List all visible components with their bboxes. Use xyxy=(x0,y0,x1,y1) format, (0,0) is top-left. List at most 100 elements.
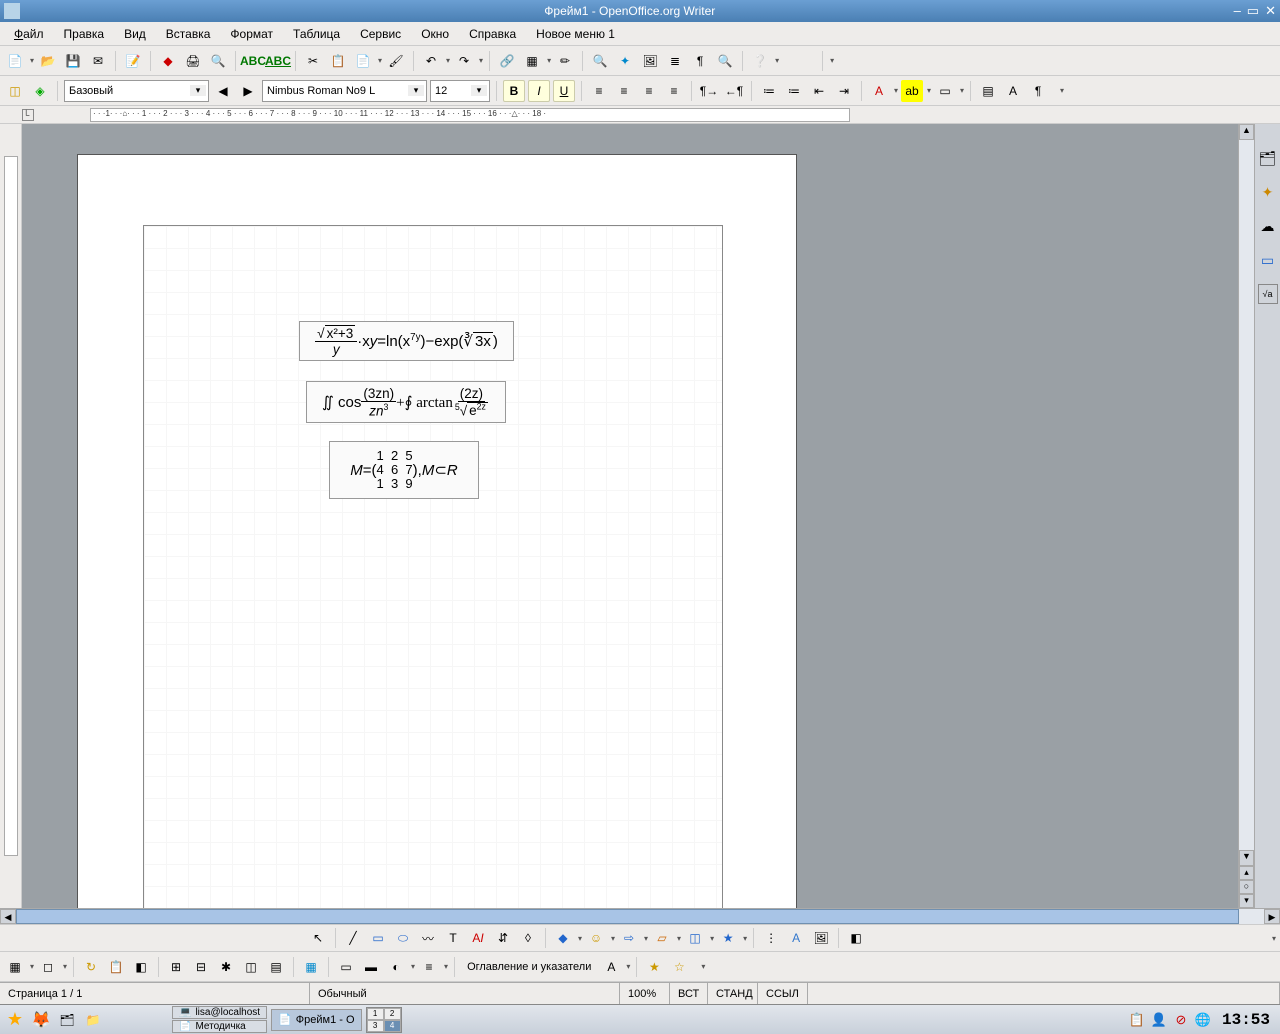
sidebar-formula-icon[interactable]: √a xyxy=(1258,284,1278,304)
menu-window[interactable]: Окно xyxy=(411,24,459,44)
extra-arrow-16[interactable]: ▾ xyxy=(626,962,630,971)
extra-arrow-14[interactable]: ▾ xyxy=(411,962,415,971)
toolbar2-overflow-arrow[interactable]: ▾ xyxy=(1060,86,1064,95)
files-icon[interactable]: 📁 xyxy=(82,1009,104,1031)
sidebar-tool4-icon[interactable]: ▭ xyxy=(1258,250,1278,270)
nonprinting-button[interactable]: ¶ xyxy=(689,50,711,72)
tray-icon-1[interactable]: 📋 xyxy=(1128,1011,1146,1029)
extra-btn-5[interactable]: ◧ xyxy=(130,956,152,978)
table-dropdown-arrow[interactable]: ▾ xyxy=(547,56,551,65)
sidebar-gallery-icon[interactable]: 🗂 xyxy=(1258,148,1278,168)
status-style[interactable]: Обычный xyxy=(310,983,620,1004)
hyperlink-button[interactable]: 🔗 xyxy=(496,50,518,72)
close-button[interactable]: ✕ xyxy=(1265,3,1276,19)
callout-tool-button[interactable]: ◊ xyxy=(517,927,539,949)
menu-file[interactable]: Файл xyxy=(4,24,54,44)
scroll-up-button[interactable]: ▲ xyxy=(1239,124,1254,140)
paste-dropdown-arrow[interactable]: ▾ xyxy=(378,56,382,65)
datasources-button[interactable]: ≣ xyxy=(664,50,686,72)
firefox-icon[interactable]: 🦊 xyxy=(30,1009,52,1031)
extra-btn-9[interactable]: ◫ xyxy=(240,956,262,978)
new-dropdown-arrow[interactable]: ▾ xyxy=(30,56,34,65)
menu-tools[interactable]: Сервис xyxy=(350,24,411,44)
extra-btn-3[interactable]: ↻ xyxy=(80,956,102,978)
select-all-button[interactable]: ▤ xyxy=(977,80,999,102)
callouts-arrow[interactable]: ▾ xyxy=(710,934,714,943)
bg-color-arrow[interactable]: ▾ xyxy=(960,86,964,95)
bold-button[interactable]: B xyxy=(503,80,525,102)
extra-btn-6[interactable]: ⊞ xyxy=(165,956,187,978)
paragraph-button[interactable]: ¶ xyxy=(1027,80,1049,102)
flowchart-arrow[interactable]: ▾ xyxy=(677,934,681,943)
decrease-indent-button[interactable]: ⇤ xyxy=(808,80,830,102)
autospell-button[interactable]: ABC xyxy=(267,50,289,72)
status-zoom[interactable]: 100% xyxy=(620,983,670,1004)
symbol-shapes-button[interactable]: ☺ xyxy=(585,927,607,949)
sidebar-tool3-icon[interactable]: ☁ xyxy=(1258,216,1278,236)
extra-btn-14[interactable]: ◐ xyxy=(385,956,407,978)
font-size-dropdown[interactable]: ▾ xyxy=(430,80,490,102)
arrows-button[interactable]: ⇨ xyxy=(618,927,640,949)
find-button[interactable]: 🔍 xyxy=(589,50,611,72)
menu-help[interactable]: Справка xyxy=(459,24,526,44)
align-justify-button[interactable]: ≡ xyxy=(663,80,685,102)
align-right-button[interactable]: ≡ xyxy=(638,80,660,102)
gallery-button[interactable]: 🖼 xyxy=(639,50,661,72)
paragraph-style-input[interactable] xyxy=(65,85,190,97)
font-name-dropdown[interactable]: ▾ xyxy=(262,80,427,102)
minimize-button[interactable]: – xyxy=(1234,3,1241,19)
selection-tool-button[interactable]: ↖ xyxy=(307,927,329,949)
horizontal-scrollbar[interactable]: ◀ ▶ xyxy=(0,908,1280,924)
extra-overflow-arrow[interactable]: ▾ xyxy=(701,962,705,971)
task-methodichka[interactable]: 📄 Методичка xyxy=(172,1020,267,1033)
font-name-arrow[interactable]: ▾ xyxy=(408,85,424,96)
text-frame[interactable]: √x²+3y ·xy=ln(x7y)−exp(∛3x) ∬ cos(3zn)zn… xyxy=(143,225,723,908)
bg-color-button[interactable]: ▭ xyxy=(934,80,956,102)
tray-icon-4[interactable]: 🌐 xyxy=(1194,1011,1212,1029)
apps-icon[interactable]: 🗂 xyxy=(56,1009,78,1031)
formula-object-3[interactable]: M=( 1 2 5 4 6 7 1 3 9 ),M⊂R xyxy=(329,441,479,499)
status-page[interactable]: Страница 1 / 1 xyxy=(0,983,310,1004)
horizontal-ruler[interactable]: └ · · ·1· · ·⌂· · · 1 · · · 2 · · · 3 · … xyxy=(0,106,1280,124)
export-pdf-button[interactable]: ◆ xyxy=(157,50,179,72)
email-button[interactable]: ✉ xyxy=(87,50,109,72)
spellcheck-button[interactable]: ABC xyxy=(242,50,264,72)
extra-btn-8[interactable]: ✱ xyxy=(215,956,237,978)
undo-dropdown-arrow[interactable]: ▾ xyxy=(446,56,450,65)
copy-button[interactable]: 📋 xyxy=(327,50,349,72)
status-ssyl[interactable]: ССЫЛ xyxy=(758,983,808,1004)
menu-format[interactable]: Формат xyxy=(220,24,283,44)
scroll-left-button[interactable]: ◀ xyxy=(0,909,16,924)
extrusion-button[interactable]: ◧ xyxy=(845,927,867,949)
page[interactable]: √x²+3y ·xy=ln(x7y)−exp(∛3x) ∬ cos(3zn)zn… xyxy=(77,154,797,908)
help-button[interactable]: ❔ xyxy=(749,50,771,72)
format-paintbrush-button[interactable]: 🖌 xyxy=(385,50,407,72)
paste-button[interactable]: 📄 xyxy=(352,50,374,72)
rtl-button[interactable]: ←¶ xyxy=(723,80,745,102)
numbering-button[interactable]: ≔ xyxy=(758,80,780,102)
clock[interactable]: 13:53 xyxy=(1216,1011,1276,1029)
edit-file-button[interactable]: 📝 xyxy=(122,50,144,72)
desktop-4[interactable]: 4 xyxy=(384,1020,401,1032)
textbox-tool-button[interactable]: T xyxy=(442,927,464,949)
stars-button[interactable]: ★ xyxy=(717,927,739,949)
new-document-button[interactable]: 📄 xyxy=(4,50,26,72)
extra-btn-18[interactable]: ☆ xyxy=(668,956,690,978)
extra-btn-11[interactable]: ▦ xyxy=(300,956,322,978)
character-button[interactable]: A xyxy=(1002,80,1024,102)
font-size-input[interactable] xyxy=(431,85,471,97)
flowchart-button[interactable]: ▱ xyxy=(651,927,673,949)
highlight-button[interactable]: ab xyxy=(901,80,923,102)
task-writer-active[interactable]: 📄 Фрейм1 - O xyxy=(271,1009,361,1031)
paragraph-style-arrow[interactable]: ▾ xyxy=(190,85,206,96)
desktop-2[interactable]: 2 xyxy=(384,1008,401,1020)
vertical-ruler[interactable] xyxy=(0,124,22,908)
redo-button[interactable]: ↷ xyxy=(453,50,475,72)
toolbar-overflow-arrow[interactable]: ▾ xyxy=(830,56,834,65)
cut-button[interactable]: ✂ xyxy=(302,50,324,72)
stars-arrow[interactable]: ▾ xyxy=(743,934,747,943)
vscroll-track[interactable] xyxy=(1239,140,1254,850)
drawing-overflow-arrow[interactable]: ▾ xyxy=(1272,934,1276,943)
hscroll-thumb[interactable] xyxy=(16,909,1239,924)
extra-btn-15[interactable]: ≡ xyxy=(418,956,440,978)
